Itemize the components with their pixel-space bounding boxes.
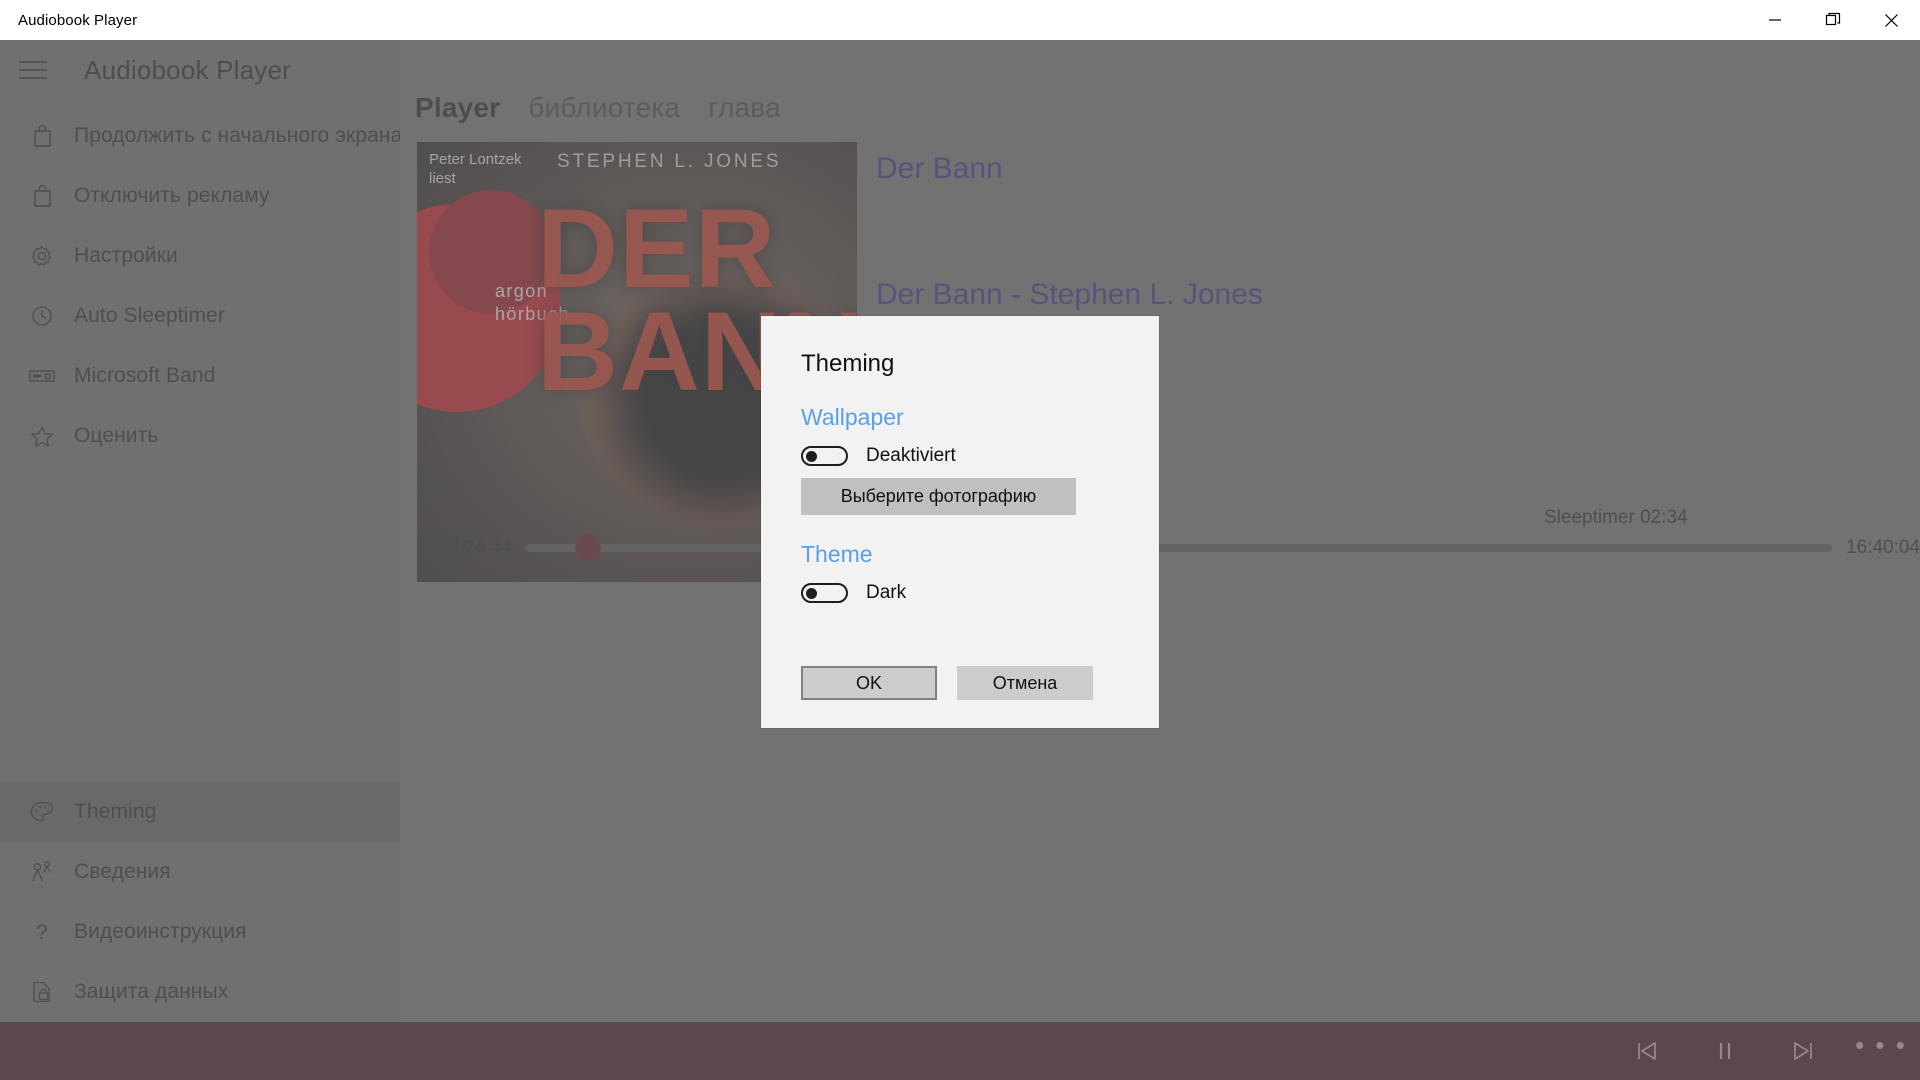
pick-photo-button[interactable]: Выберите фотографию — [801, 478, 1076, 515]
wallpaper-toggle-row: Deaktiviert — [801, 445, 1159, 467]
wallpaper-toggle-label: Deaktiviert — [866, 445, 956, 466]
window-controls — [1746, 0, 1920, 40]
wallpaper-toggle[interactable] — [801, 446, 848, 466]
theming-dialog: Theming Wallpaper Deaktiviert Выберите ф… — [761, 316, 1159, 728]
dialog-button-row: OK Отмена — [801, 666, 1093, 700]
window-title: Audiobook Player — [18, 11, 138, 29]
wallpaper-section-heading: Wallpaper — [801, 404, 904, 430]
theme-toggle[interactable] — [801, 583, 848, 603]
theme-toggle-label: Dark — [866, 582, 907, 603]
wallpaper-toggle-knob — [806, 451, 817, 462]
dialog-title: Theming — [801, 350, 895, 377]
cancel-button[interactable]: Отмена — [957, 666, 1093, 700]
theme-section-heading: Theme — [801, 541, 873, 567]
theme-toggle-row: Dark — [801, 582, 1159, 604]
ok-button[interactable]: OK — [801, 666, 937, 700]
minimize-button[interactable] — [1746, 0, 1804, 40]
theme-toggle-knob — [806, 588, 817, 599]
close-button[interactable] — [1862, 0, 1920, 40]
maximize-button[interactable] — [1804, 0, 1862, 40]
window-titlebar: Audiobook Player — [0, 0, 1920, 40]
